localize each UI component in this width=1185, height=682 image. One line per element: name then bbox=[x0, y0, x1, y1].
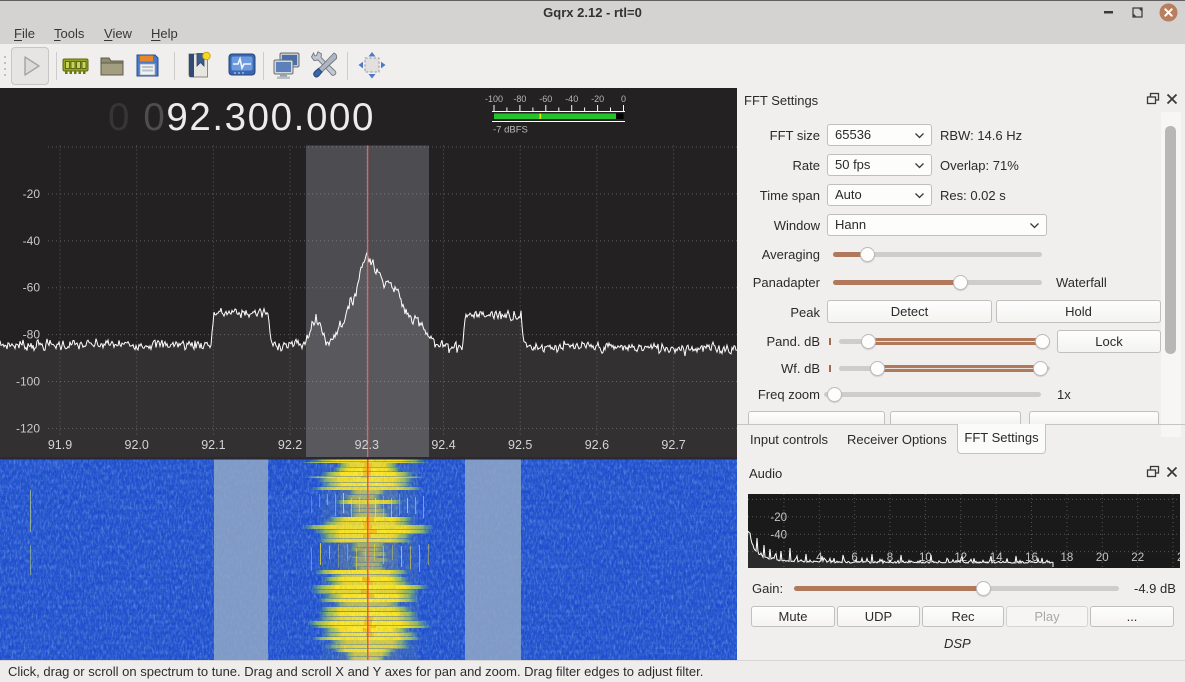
svg-text:92.1: 92.1 bbox=[201, 438, 225, 452]
svg-text:92.2: 92.2 bbox=[278, 438, 302, 452]
svg-text:92.0: 92.0 bbox=[125, 438, 149, 452]
svg-text:18: 18 bbox=[1061, 552, 1074, 564]
svg-text:-80: -80 bbox=[23, 328, 41, 342]
svg-text:-40: -40 bbox=[23, 234, 41, 248]
svg-text:-60: -60 bbox=[23, 281, 41, 295]
svg-text:-20: -20 bbox=[770, 512, 787, 524]
svg-text:92.5: 92.5 bbox=[508, 438, 532, 452]
svg-text:91.9: 91.9 bbox=[48, 438, 72, 452]
svg-text:-60: -60 bbox=[539, 94, 552, 104]
svg-text:2: 2 bbox=[1177, 552, 1180, 564]
svg-text:92.6: 92.6 bbox=[585, 438, 609, 452]
svg-text:-80: -80 bbox=[513, 94, 526, 104]
svg-text:-7 dBFS: -7 dBFS bbox=[493, 125, 528, 136]
svg-text:-40: -40 bbox=[770, 530, 787, 542]
svg-text:-20: -20 bbox=[591, 94, 604, 104]
svg-text:22: 22 bbox=[1131, 552, 1144, 564]
svg-text:-100: -100 bbox=[485, 94, 503, 104]
svg-text:-120: -120 bbox=[16, 421, 40, 435]
svg-text:92.3: 92.3 bbox=[355, 438, 379, 452]
svg-text:0: 0 bbox=[621, 94, 626, 104]
svg-text:-20: -20 bbox=[23, 187, 41, 201]
svg-text:-40: -40 bbox=[565, 94, 578, 104]
svg-text:-100: -100 bbox=[16, 375, 40, 389]
svg-text:20: 20 bbox=[1096, 552, 1109, 564]
svg-text:92.4: 92.4 bbox=[431, 438, 455, 452]
svg-text:92.7: 92.7 bbox=[661, 438, 685, 452]
